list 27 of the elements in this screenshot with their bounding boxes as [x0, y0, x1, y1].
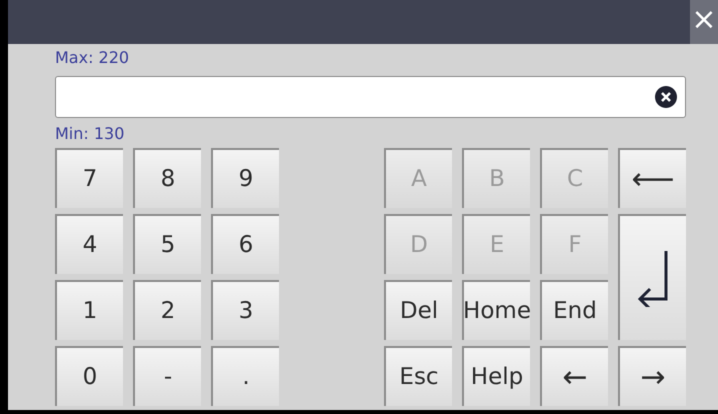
keypad-key[interactable]: Help — [462, 346, 530, 406]
keypad-key[interactable]: ← — [540, 346, 608, 406]
min-label: Min: 130 — [55, 123, 124, 145]
enter-key[interactable] — [618, 214, 686, 340]
clear-icon[interactable] — [655, 86, 677, 108]
keypad-key[interactable]: 7 — [55, 148, 123, 208]
keypad-key[interactable]: End — [540, 280, 608, 340]
keypad-key[interactable]: 5 — [133, 214, 201, 274]
keypad-key[interactable]: Del — [384, 280, 452, 340]
keypad-key[interactable]: 0 — [55, 346, 123, 406]
keypad-key[interactable]: 4 — [55, 214, 123, 274]
close-button[interactable]: × — [690, 0, 718, 44]
keypad-key[interactable]: 8 — [133, 148, 201, 208]
keypad-key[interactable]: - — [133, 346, 201, 406]
keypad-key[interactable]: 2 — [133, 280, 201, 340]
keypad-key[interactable]: → — [618, 346, 686, 406]
keypad-key[interactable]: 3 — [211, 280, 279, 340]
keypad-key[interactable]: Esc — [384, 346, 452, 406]
enter-icon — [636, 249, 670, 307]
keypad-key[interactable]: Home — [462, 280, 530, 340]
keypad-key[interactable]: ⟵ — [618, 148, 686, 208]
input-field[interactable] — [55, 76, 686, 118]
keypad-key[interactable]: 1 — [55, 280, 123, 340]
keypad-key[interactable]: . — [211, 346, 279, 406]
keypad-key[interactable]: 9 — [211, 148, 279, 208]
keypad-key[interactable]: 6 — [211, 214, 279, 274]
max-label: Max: 220 — [55, 47, 130, 69]
